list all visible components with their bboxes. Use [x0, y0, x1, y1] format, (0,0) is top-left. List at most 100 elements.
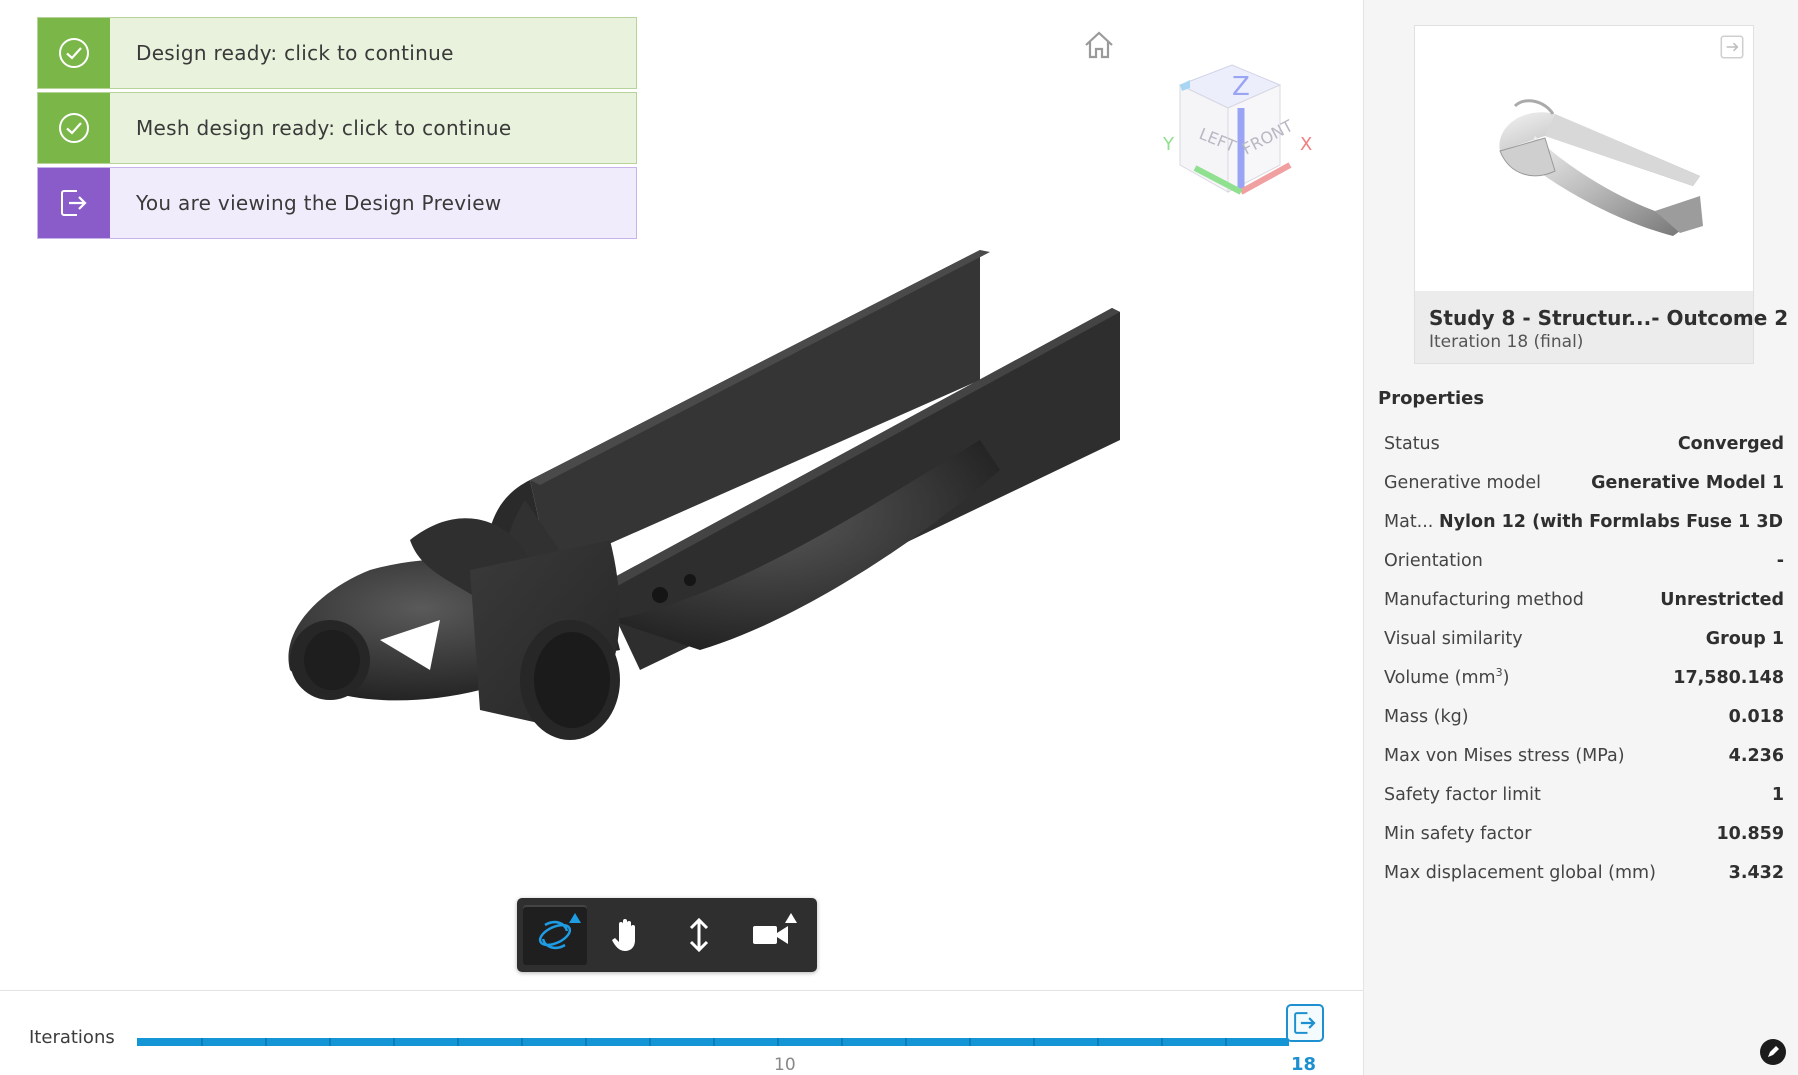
notification-text: You are viewing the Design Preview — [136, 191, 502, 215]
property-row-volume: Volume (mm3) 17,580.148 — [1384, 658, 1784, 697]
outcome-iteration: Iteration 18 (final) — [1429, 332, 1584, 352]
design-ready-notification[interactable]: Design ready: click to continue — [37, 17, 637, 89]
x-axis-label: X — [1300, 134, 1312, 155]
property-value: 1 — [1771, 784, 1784, 805]
property-row-visual-similarity: Visual similarity Group 1 — [1384, 619, 1784, 658]
y-axis-label: Y — [1162, 134, 1175, 155]
properties-list: Status Converged Generative model Genera… — [1384, 424, 1784, 892]
property-value: Converged — [1677, 433, 1784, 454]
3d-model-render[interactable] — [280, 240, 1140, 860]
property-name: Volume (mm3) — [1384, 665, 1510, 688]
property-name-suffix: ) — [1502, 667, 1510, 688]
property-row-max-stress: Max von Mises stress (MPa) 4.236 — [1384, 736, 1784, 775]
property-value: 17,580.148 — [1673, 667, 1784, 688]
property-row-material: Mat... Nylon 12 (with Formlabs Fuse 1 3D… — [1384, 502, 1784, 541]
camera-icon — [753, 926, 788, 944]
iteration-tick[interactable] — [905, 1038, 907, 1046]
notification-text: Design ready: click to continue — [136, 41, 454, 65]
property-row-manufacturing-method: Manufacturing method Unrestricted — [1384, 580, 1784, 619]
current-iteration-value: 18 — [1291, 1054, 1317, 1075]
camera-tool-button[interactable] — [739, 905, 803, 965]
property-row-max-displacement: Max displacement global (mm) 3.432 — [1384, 853, 1784, 892]
property-name: Safety factor limit — [1384, 784, 1541, 805]
viewcube-top-label: Z — [1232, 72, 1250, 102]
property-name: Max von Mises stress (MPa) — [1384, 745, 1625, 766]
property-value: 10.859 — [1716, 823, 1784, 844]
property-row-min-safety-factor: Min safety factor 10.859 — [1384, 814, 1784, 853]
zoom-tool-button[interactable] — [667, 905, 731, 965]
zoom-arrows-icon — [689, 917, 709, 953]
outcome-title: Study 8 - Structur...- Outcome 2 — [1429, 306, 1789, 330]
iteration-tick[interactable] — [777, 1038, 779, 1046]
property-row-generative-model: Generative model Generative Model 1 — [1384, 463, 1784, 502]
design-preview-notification[interactable]: You are viewing the Design Preview — [37, 167, 637, 239]
iteration-tick-label: 10 — [774, 1055, 796, 1075]
mesh-ready-notification[interactable]: Mesh design ready: click to continue — [37, 92, 637, 164]
open-outcome-icon[interactable] — [1719, 34, 1745, 60]
iteration-tick[interactable] — [585, 1038, 587, 1046]
pan-hand-icon — [612, 919, 635, 951]
iteration-tick[interactable] — [713, 1038, 715, 1046]
property-name: Status — [1384, 433, 1440, 454]
property-value: Group 1 — [1705, 628, 1784, 649]
iteration-tick[interactable] — [969, 1038, 971, 1046]
iteration-tick[interactable] — [1225, 1038, 1227, 1046]
pen-icon — [1768, 1046, 1779, 1057]
property-name: Generative model — [1384, 472, 1542, 493]
property-row-safety-factor-limit: Safety factor limit 1 — [1384, 775, 1784, 814]
check-circle-icon — [38, 93, 110, 163]
property-value: Nylon 12 (with Formlabs Fuse 1 3D Pri... — [1439, 511, 1784, 532]
feedback-button[interactable] — [1760, 1039, 1786, 1065]
navigation-toolbar — [517, 898, 817, 972]
iterations-bar: Iterations 10 18 — [0, 990, 1363, 1075]
outcome-card[interactable]: Study 8 - Structur...- Outcome 2 Iterati… — [1414, 25, 1788, 364]
property-name-text: Volume (mm — [1384, 667, 1496, 688]
property-name: Mass (kg) — [1384, 706, 1469, 727]
property-value: Generative Model 1 — [1591, 472, 1784, 493]
iteration-slider-handle[interactable] — [1286, 1004, 1324, 1042]
outcome-details-panel: Study 8 - Structur...- Outcome 2 Iterati… — [1363, 0, 1798, 1075]
iteration-tick[interactable] — [265, 1038, 267, 1046]
export-arrow-icon — [38, 168, 110, 238]
iteration-tick[interactable] — [841, 1038, 843, 1046]
check-circle-icon — [38, 18, 110, 88]
property-row-orientation: Orientation - — [1384, 541, 1784, 580]
pan-tool-button[interactable] — [595, 905, 659, 965]
design-viewport[interactable]: Design ready: click to continue Mesh des… — [0, 0, 1363, 990]
property-name: Orientation — [1384, 550, 1483, 571]
property-value: 3.432 — [1728, 862, 1784, 883]
property-name: Max displacement global (mm) — [1384, 862, 1656, 883]
export-arrow-icon — [1294, 1012, 1316, 1034]
app-window: Design ready: click to continue Mesh des… — [0, 0, 1798, 1075]
property-value: Unrestricted — [1660, 589, 1784, 610]
property-value: - — [1776, 550, 1784, 571]
notification-stack: Design ready: click to continue Mesh des… — [37, 17, 637, 242]
property-row-mass: Mass (kg) 0.018 — [1384, 697, 1784, 736]
property-name: Mat... — [1384, 511, 1432, 532]
home-view-icon[interactable] — [1083, 30, 1115, 60]
orbit-tool-button[interactable] — [523, 905, 587, 965]
orbit-dropdown-caret[interactable] — [569, 913, 581, 923]
property-name: Min safety factor — [1384, 823, 1532, 844]
iterations-label: Iterations — [29, 1027, 115, 1048]
iteration-tick[interactable] — [1161, 1038, 1163, 1046]
iteration-tick[interactable] — [649, 1038, 651, 1046]
iteration-tick[interactable] — [457, 1038, 459, 1046]
iteration-tick[interactable] — [201, 1038, 203, 1046]
outcome-thumbnail — [1415, 26, 1753, 291]
iterations-slider-track[interactable] — [137, 1038, 1289, 1046]
iteration-tick[interactable] — [521, 1038, 523, 1046]
iteration-tick[interactable] — [393, 1038, 395, 1046]
property-name-superscript: 3 — [1495, 665, 1503, 679]
property-name: Visual similarity — [1384, 628, 1523, 649]
properties-heading: Properties — [1378, 388, 1485, 409]
iteration-tick[interactable] — [1097, 1038, 1099, 1046]
property-value: 4.236 — [1728, 745, 1784, 766]
property-row-status: Status Converged — [1384, 424, 1784, 463]
camera-dropdown-caret[interactable] — [785, 913, 797, 923]
property-name: Manufacturing method — [1384, 589, 1584, 610]
view-cube[interactable]: Z LEFT FRONT X Y — [1160, 60, 1320, 210]
iteration-tick[interactable] — [329, 1038, 331, 1046]
notification-text: Mesh design ready: click to continue — [136, 116, 512, 140]
iteration-tick[interactable] — [1033, 1038, 1035, 1046]
